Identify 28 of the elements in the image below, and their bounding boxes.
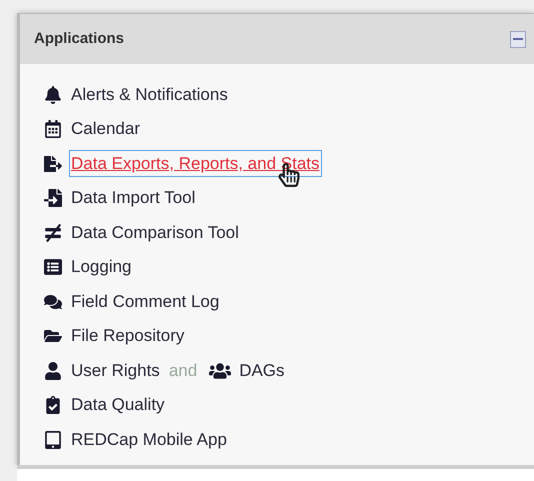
app-link[interactable]: File Repository [70,323,186,349]
tablet-icon [44,430,62,448]
app-link[interactable]: Data Import Tool [70,185,196,211]
clipboard-check-icon [44,396,62,414]
not-equal-icon [44,224,62,242]
app-link[interactable]: Data Comparison Tool [70,220,240,246]
app-link[interactable]: Data Quality [70,392,166,418]
file-import-icon [44,189,62,207]
bell-icon [44,86,62,104]
app-link[interactable]: Calendar [70,116,141,142]
app-link[interactable]: REDCap Mobile App [70,426,228,452]
folder-icon [44,327,62,345]
file-export-icon [44,154,62,172]
minus-icon [513,38,523,40]
user-icon [44,362,62,380]
comments-icon [44,292,62,310]
app-link[interactable]: Field Comment Log [70,288,220,314]
list-icon [44,258,62,276]
app-link[interactable]: Alerts & Notifications [70,82,229,108]
users-icon [209,362,232,380]
app-link[interactable]: User Rights [70,358,161,384]
calendar-icon [44,120,62,138]
app-link[interactable]: Logging [70,254,133,280]
connector-text: and [168,360,198,382]
collapse-button[interactable] [510,30,526,48]
panel-title: Applications [34,28,124,49]
app-link[interactable]: DAGs [239,358,285,384]
app-link[interactable]: Data Exports, Reports, and Stats [70,150,321,176]
